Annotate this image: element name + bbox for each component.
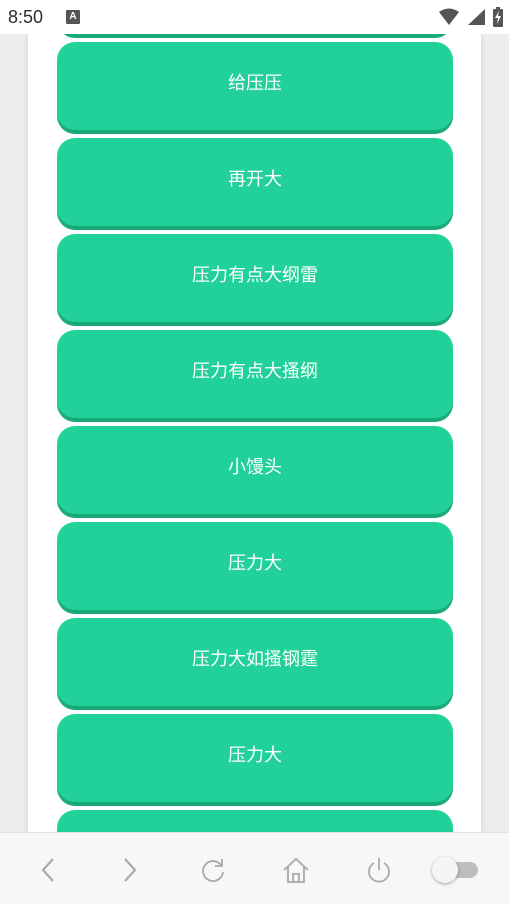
power-button[interactable] [362,853,396,887]
forward-button[interactable] [113,853,147,887]
status-bar: 8:50 A [0,0,509,34]
list-button-4[interactable]: 压力有点大搔纲 [57,330,453,418]
toggle-thumb [432,857,458,883]
status-icons [439,7,503,27]
status-time: 8:50 [8,7,44,27]
list-button-3[interactable]: 压力有点大纲雷 [57,234,453,322]
list-button-5[interactable]: 小馒头 [57,426,453,514]
list-button-1[interactable]: 给压压 [57,42,453,130]
forward-icon [124,858,137,882]
power-icon [368,858,390,883]
refresh-button[interactable] [196,853,230,887]
list-button-2[interactable]: 再开大 [57,138,453,226]
home-button[interactable] [279,853,313,887]
list-button-7[interactable]: 压力大如搔钢霆 [57,618,453,706]
list-button-6[interactable]: 压力大 [57,522,453,610]
bottom-nav [0,832,509,904]
wifi-icon [439,8,459,25]
list-button-partial-bottom[interactable] [57,810,453,832]
signal-icon [468,9,485,25]
back-icon [41,858,54,882]
content-area[interactable]: 给压压 再开大 压力有点大纲雷 压力有点大搔纲 小馒头 压力大 压力大如搔钢霆 … [0,34,509,832]
list-button-8[interactable]: 压力大 [57,714,453,802]
screen: 8:50 A 给压压 再开大 压力有点大纲雷 压力有点大搔纲 小馒头 压力大 压… [0,0,509,904]
home-icon [283,857,309,883]
back-button[interactable] [31,853,65,887]
toggle-switch[interactable] [432,857,480,883]
battery-icon [493,7,503,27]
notification-a-icon: A [66,10,80,24]
refresh-icon [202,859,224,882]
